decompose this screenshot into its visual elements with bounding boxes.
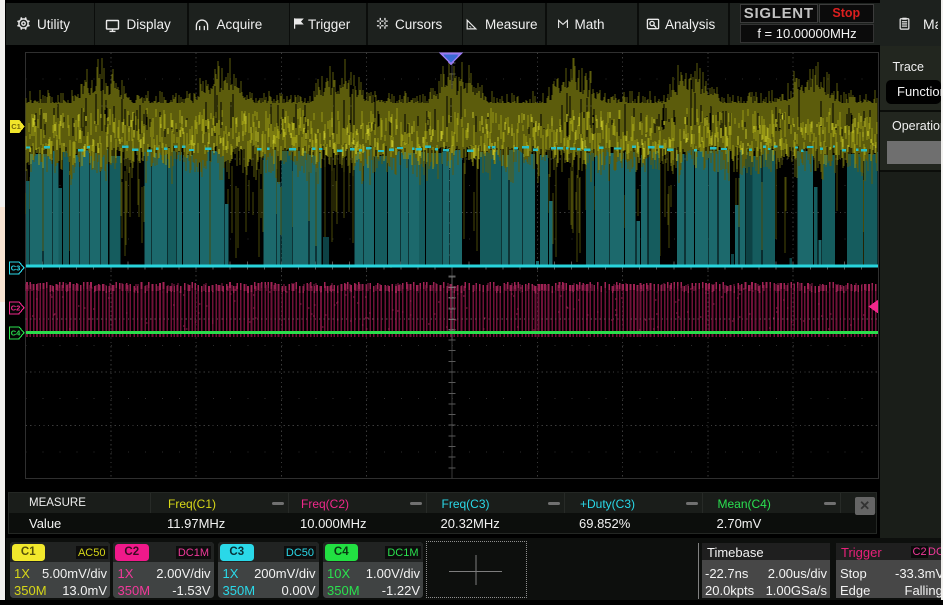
svg-text:C2: C2 [11, 304, 21, 313]
svg-text:C3: C3 [11, 264, 21, 273]
svg-text:C1: C1 [11, 122, 21, 131]
svg-text:C4: C4 [11, 329, 21, 338]
